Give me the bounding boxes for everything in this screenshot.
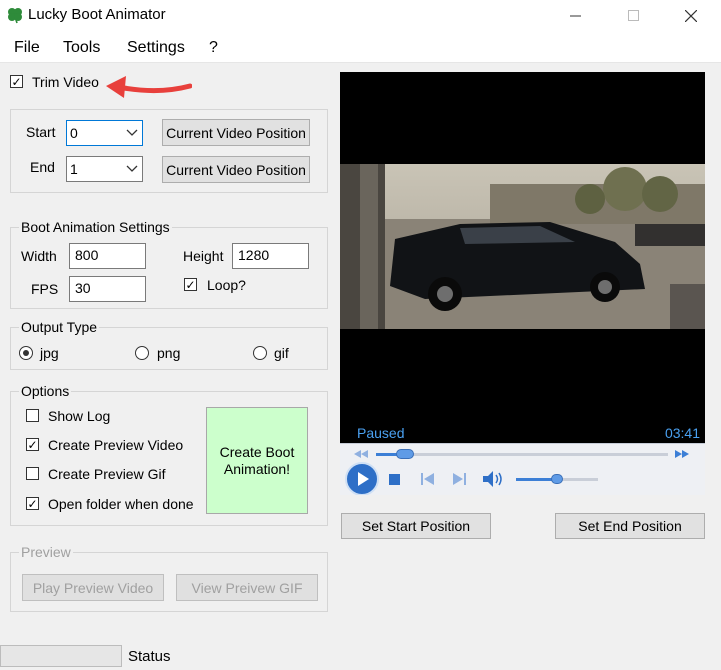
start-current-position-button[interactable]: Current Video Position xyxy=(162,119,310,146)
loop-checkbox[interactable]: ✓ xyxy=(184,278,197,291)
title-bar: Lucky Boot Animator xyxy=(0,0,721,31)
loop-label: Loop? xyxy=(207,277,246,293)
play-icon[interactable] xyxy=(345,462,379,495)
status-bar: Status xyxy=(0,642,721,670)
preview-title: Preview xyxy=(19,544,73,560)
create-preview-video-checkbox[interactable]: ✓ xyxy=(26,438,39,451)
menu-file[interactable]: File xyxy=(14,39,40,57)
menu-settings[interactable]: Settings xyxy=(127,39,185,57)
check-mark-icon: ✓ xyxy=(27,437,38,452)
status-text: Status xyxy=(128,648,171,665)
start-combo[interactable]: 0 xyxy=(66,120,143,146)
seek-bar-track[interactable] xyxy=(376,453,668,456)
check-mark-icon: ✓ xyxy=(185,277,196,292)
previous-icon[interactable] xyxy=(421,473,435,485)
maximize-icon xyxy=(627,10,639,21)
window-title: Lucky Boot Animator xyxy=(28,6,166,23)
volume-thumb[interactable] xyxy=(551,474,563,484)
fps-field[interactable]: 30 xyxy=(69,276,146,302)
radio-gif[interactable] xyxy=(253,346,267,360)
width-field[interactable]: 800 xyxy=(69,243,146,269)
set-start-position-button[interactable]: Set Start Position xyxy=(341,513,491,539)
menu-tools[interactable]: Tools xyxy=(63,39,100,57)
set-end-position-button[interactable]: Set End Position xyxy=(555,513,705,539)
fast-forward-icon[interactable] xyxy=(675,450,689,458)
dropdown-arrow-icon xyxy=(126,165,138,172)
rewind-icon[interactable] xyxy=(354,450,368,458)
create-boot-animation-button[interactable]: Create Boot Animation! xyxy=(206,407,308,514)
view-preview-gif-button[interactable]: View Preivew GIF xyxy=(176,574,318,601)
show-log-label: Show Log xyxy=(48,408,111,424)
status-progress-bar xyxy=(0,645,122,667)
video-frame xyxy=(340,164,705,329)
options-title: Options xyxy=(19,383,72,399)
clover-icon xyxy=(8,8,22,24)
menu-bar: File Tools Settings ? xyxy=(0,31,721,63)
output-type-title: Output Type xyxy=(19,319,100,335)
show-log-checkbox[interactable] xyxy=(26,409,39,422)
radio-jpg[interactable] xyxy=(19,346,33,360)
start-value: 0 xyxy=(70,125,78,141)
close-button[interactable] xyxy=(668,0,714,31)
create-preview-video-label: Create Preview Video xyxy=(48,437,184,453)
start-label: Start xyxy=(26,124,56,140)
fps-label: FPS xyxy=(31,281,59,297)
radio-gif-label: gif xyxy=(274,345,289,361)
minimize-button[interactable] xyxy=(552,0,598,31)
radio-png[interactable] xyxy=(135,346,149,360)
radio-jpg-label: jpg xyxy=(40,345,59,361)
annotation-arrow xyxy=(106,76,192,98)
maximize-button[interactable] xyxy=(610,0,656,31)
end-current-position-button[interactable]: Current Video Position xyxy=(162,156,310,183)
player-control-bar xyxy=(340,443,705,495)
close-icon xyxy=(685,9,697,22)
minimize-icon xyxy=(569,15,581,17)
volume-icon[interactable] xyxy=(483,471,503,487)
end-value: 1 xyxy=(70,161,78,177)
boot-settings-title: Boot Animation Settings xyxy=(19,219,172,235)
open-folder-checkbox[interactable]: ✓ xyxy=(26,497,39,510)
create-preview-gif-label: Create Preview Gif xyxy=(48,466,166,482)
dropdown-arrow-icon xyxy=(126,129,138,136)
stop-icon[interactable] xyxy=(389,474,400,485)
playback-state: Paused xyxy=(357,425,405,441)
height-field[interactable]: 1280 xyxy=(232,243,309,269)
height-label: Height xyxy=(183,248,224,264)
radio-selected-dot xyxy=(23,350,29,356)
end-combo[interactable]: 1 xyxy=(66,156,143,182)
width-label: Width xyxy=(21,248,57,264)
end-label: End xyxy=(30,159,55,175)
playback-time: 03:41 xyxy=(664,425,700,441)
next-icon[interactable] xyxy=(453,473,467,485)
seek-bar-thumb[interactable] xyxy=(396,449,415,459)
trim-video-checkbox[interactable]: ✓ xyxy=(10,75,23,88)
create-preview-gif-checkbox[interactable] xyxy=(26,467,39,480)
menu-help[interactable]: ? xyxy=(209,39,218,57)
trim-video-label: Trim Video xyxy=(32,74,99,90)
radio-png-label: png xyxy=(157,345,181,361)
open-folder-label: Open folder when done xyxy=(48,496,194,512)
check-mark-icon: ✓ xyxy=(11,74,22,89)
check-mark-icon: ✓ xyxy=(27,496,38,511)
video-player[interactable]: Paused 03:41 xyxy=(340,72,705,495)
play-preview-video-button[interactable]: Play Preview Video xyxy=(22,574,164,601)
